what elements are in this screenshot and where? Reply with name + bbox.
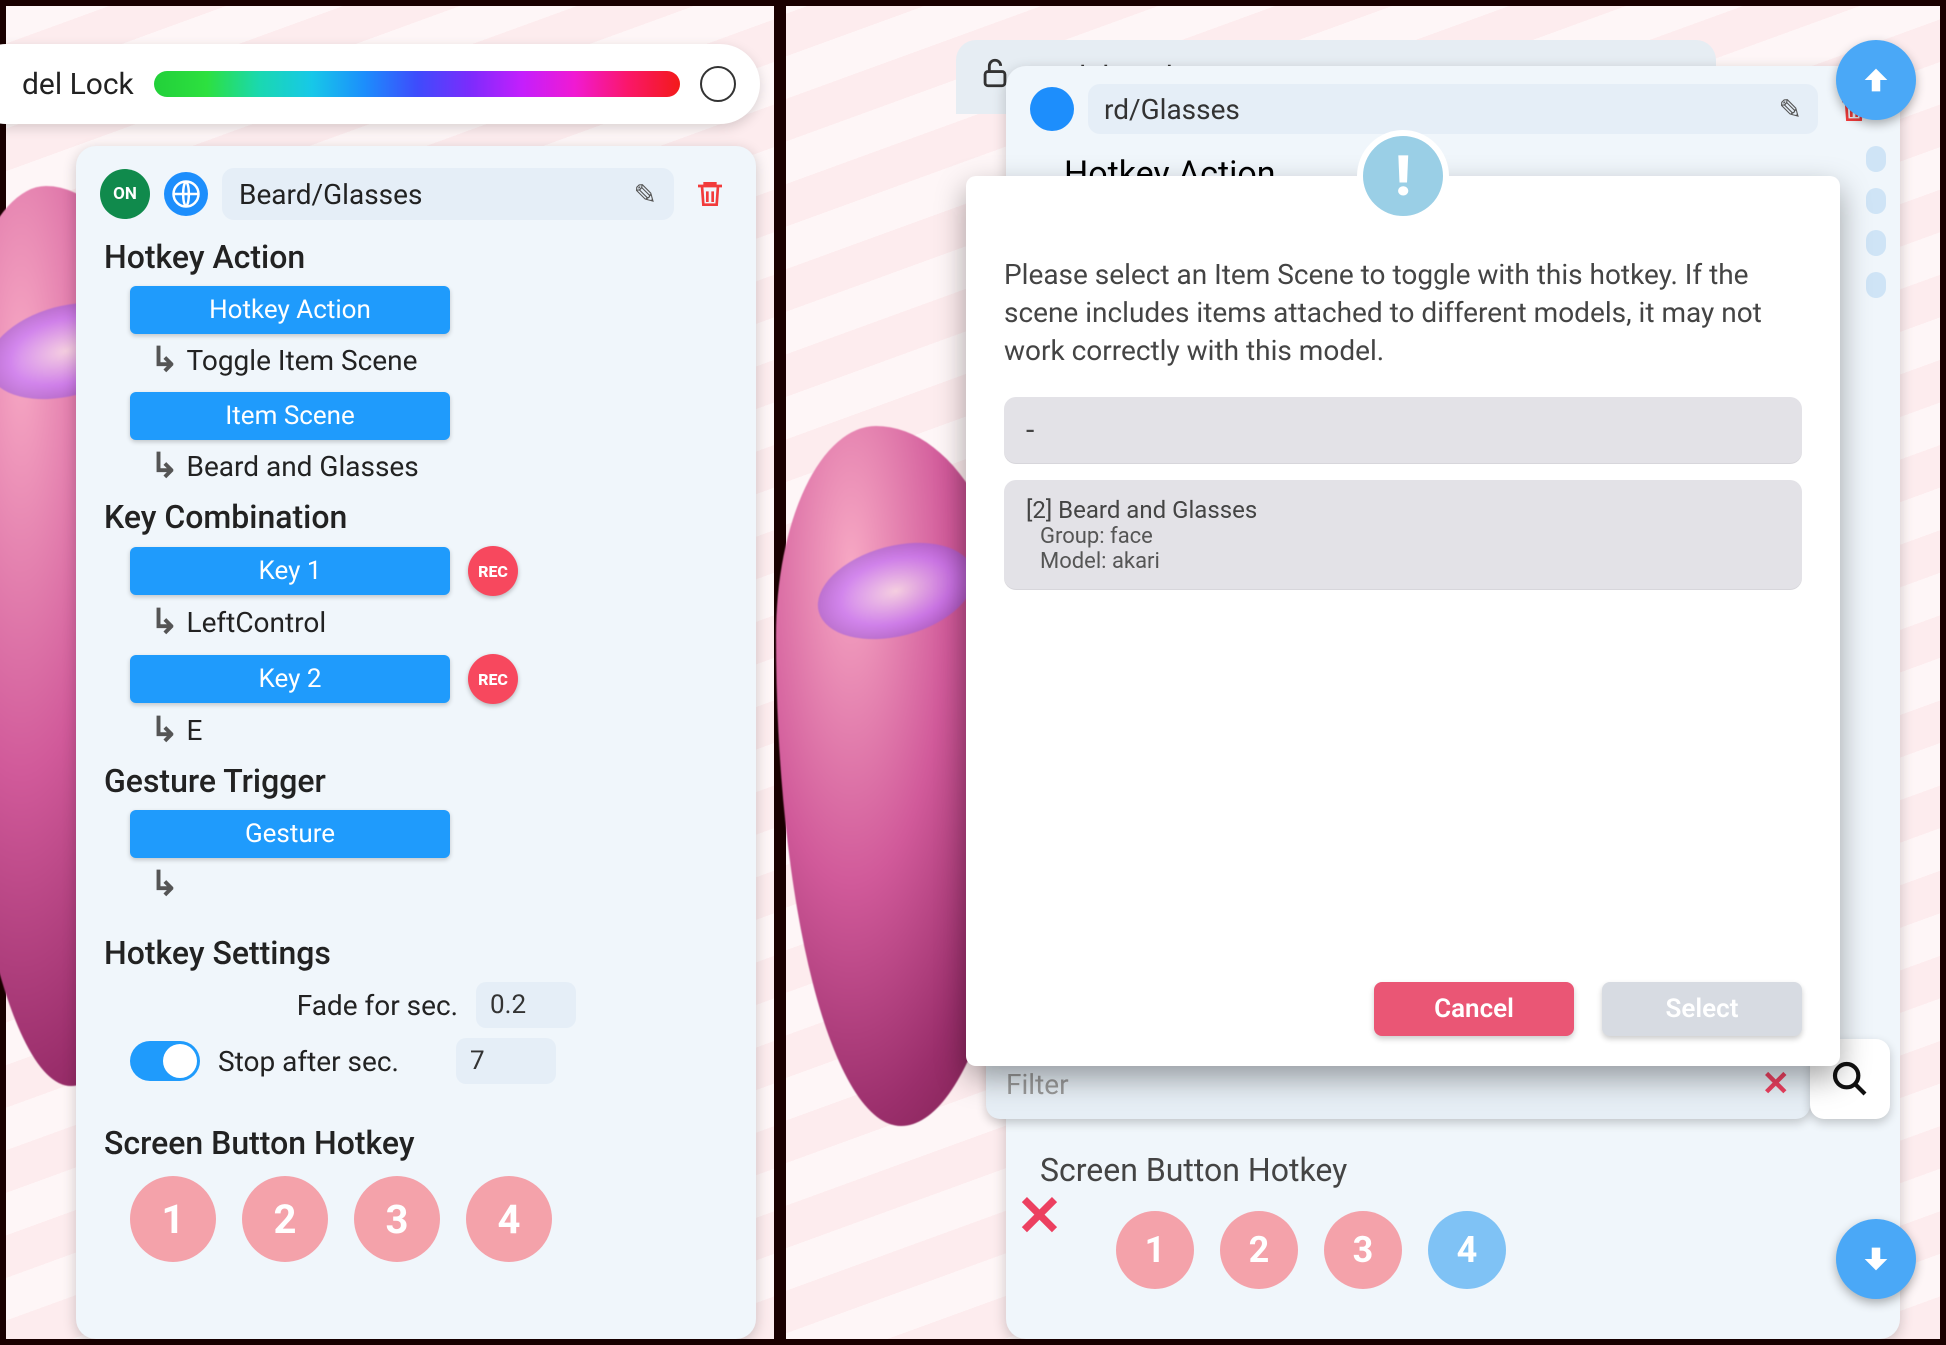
screen-button-3[interactable]: 3 — [354, 1176, 440, 1262]
hotkey-name-field[interactable]: rd/Glasses ✎ — [1088, 84, 1818, 134]
section-screen-button-hotkey: Screen Button Hotkey — [104, 1124, 732, 1162]
hotkey-action-value: Toggle Item Scene — [187, 344, 418, 377]
cancel-button[interactable]: Cancel — [1374, 982, 1574, 1036]
key2-button[interactable]: Key 2 — [130, 655, 450, 703]
section-key-combination: Key Combination — [104, 498, 732, 536]
key1-button[interactable]: Key 1 — [130, 547, 450, 595]
hotkey-name-field[interactable]: Beard/Glasses ✎ — [222, 168, 674, 220]
record-key1-button[interactable]: REC — [468, 546, 518, 596]
key2-value: E — [187, 714, 203, 747]
link-arrow-icon: ↳ — [150, 710, 179, 750]
info-icon: ! — [1357, 130, 1449, 222]
edit-icon[interactable]: ✎ — [1779, 93, 1802, 126]
link-arrow-icon: ↳ — [150, 864, 179, 904]
screen-button-2[interactable]: 2 — [242, 1176, 328, 1262]
option-beard-glasses[interactable]: [2] Beard and Glasses Group: face Model:… — [1004, 480, 1802, 590]
link-arrow-icon: ↳ — [150, 602, 179, 642]
link-arrow-icon: ↳ — [150, 340, 179, 380]
stop-label: Stop after sec. — [218, 1045, 438, 1078]
stop-value: 7 — [470, 1046, 485, 1076]
option-title: [2] Beard and Glasses — [1026, 496, 1780, 524]
option-group: Group: face — [1040, 524, 1780, 549]
screen-button-3[interactable]: 3 — [1324, 1211, 1402, 1289]
globe-icon[interactable] — [1030, 87, 1074, 131]
key1-value: LeftControl — [187, 606, 327, 639]
screen-button-1[interactable]: 1 — [130, 1176, 216, 1262]
option-none[interactable]: - — [1004, 397, 1802, 464]
edit-icon[interactable]: ✎ — [634, 178, 657, 211]
item-scene-value: Beard and Glasses — [187, 450, 419, 483]
screen-button-4[interactable]: 4 — [466, 1176, 552, 1262]
select-button[interactable]: Select — [1602, 982, 1802, 1036]
scroll-indicator — [1866, 146, 1886, 298]
screen-button-4[interactable]: 4 — [1428, 1211, 1506, 1289]
clear-filter-icon[interactable]: ✕ — [1762, 1064, 1791, 1104]
hotkey-action-button[interactable]: Hotkey Action — [130, 286, 450, 334]
modal-description: Please select an Item Scene to toggle wi… — [1004, 256, 1802, 369]
option-none-label: - — [1026, 413, 1034, 448]
fade-value-field[interactable]: 0.2 — [476, 982, 576, 1028]
globe-icon[interactable] — [164, 172, 208, 216]
filter-placeholder: Filter — [1006, 1068, 1069, 1101]
scroll-down-button[interactable] — [1836, 1219, 1916, 1299]
section-gesture-trigger: Gesture Trigger — [104, 762, 732, 800]
hotkey-name-tail: rd/Glasses — [1104, 93, 1240, 126]
close-icon[interactable]: ✕ — [1016, 1183, 1063, 1249]
item-scene-modal: ! Please select an Item Scene to toggle … — [966, 176, 1840, 1066]
enabled-toggle-badge[interactable]: ON — [100, 169, 150, 219]
stop-value-field[interactable]: 7 — [456, 1038, 556, 1084]
stop-after-toggle[interactable] — [130, 1041, 200, 1081]
section-hotkey-action: Hotkey Action — [104, 238, 732, 276]
hotkey-name-text: Beard/Glasses — [239, 178, 422, 211]
top-bar: del Lock — [0, 44, 760, 124]
hotkey-card: ON Beard/Glasses ✎ Hotkey Action Hotkey … — [76, 146, 756, 1339]
delete-button[interactable] — [688, 172, 732, 216]
item-scene-button[interactable]: Item Scene — [130, 392, 450, 440]
scroll-up-button[interactable] — [1836, 40, 1916, 120]
color-picker-handle[interactable] — [700, 66, 736, 102]
section-hotkey-settings: Hotkey Settings — [104, 934, 732, 972]
screen-button-1[interactable]: 1 — [1116, 1211, 1194, 1289]
gesture-button[interactable]: Gesture — [130, 810, 450, 858]
model-lock-label: del Lock — [22, 67, 134, 102]
record-key2-button[interactable]: REC — [468, 654, 518, 704]
section-screen-button-hotkey: Screen Button Hotkey — [1040, 1151, 1347, 1189]
option-model: Model: akari — [1040, 549, 1780, 574]
fade-value: 0.2 — [490, 990, 526, 1020]
screen-button-2[interactable]: 2 — [1220, 1211, 1298, 1289]
link-arrow-icon: ↳ — [150, 446, 179, 486]
fade-label: Fade for sec. — [218, 989, 458, 1022]
color-hue-slider[interactable] — [154, 71, 680, 97]
